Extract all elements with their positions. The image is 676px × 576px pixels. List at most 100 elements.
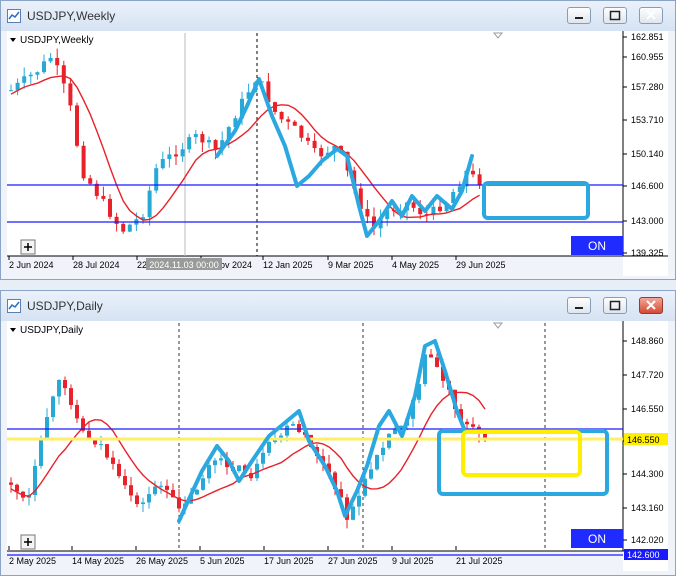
price-tick-label: 150.140 xyxy=(631,149,664,159)
weekly-price-chart[interactable]: USDJPY,Weekly ON 162.851 160.955 157.280 15… xyxy=(7,31,668,276)
candle-body xyxy=(375,455,379,470)
candle-body xyxy=(174,154,178,157)
chart-app-icon xyxy=(7,299,21,313)
restore-button[interactable] xyxy=(603,7,627,24)
candle-body xyxy=(81,145,86,179)
price-tick-label: 144.300 xyxy=(631,469,664,479)
candle-body xyxy=(195,489,199,495)
candle-body xyxy=(35,72,40,75)
restore-icon xyxy=(609,300,621,311)
chart-plot-area xyxy=(7,321,623,551)
window-title: USDJPY,Weekly xyxy=(27,9,116,23)
candle-body xyxy=(39,438,43,467)
candle-body xyxy=(285,425,289,436)
time-tick-label: 9 Mar 2025 xyxy=(328,260,374,270)
candle-body xyxy=(207,465,211,479)
on-badge-label: ON xyxy=(588,532,606,546)
candle-body xyxy=(9,482,13,485)
restore-icon xyxy=(609,10,621,21)
candle-body xyxy=(160,159,165,169)
candle-body xyxy=(114,216,119,224)
candle-body xyxy=(127,224,132,232)
time-tick-label: 14 May 2025 xyxy=(72,556,124,566)
price-tick-label: 153.710 xyxy=(631,115,664,125)
candle-body xyxy=(477,174,482,186)
minimize-icon xyxy=(575,17,583,19)
window-title: USDJPY,Daily xyxy=(27,299,103,313)
candle-body xyxy=(69,388,73,405)
candle-body xyxy=(9,90,13,92)
candle-body xyxy=(297,424,301,433)
candle-body xyxy=(165,485,169,490)
candle-body xyxy=(61,65,66,84)
candle-body xyxy=(28,74,33,77)
candle-body xyxy=(57,380,61,397)
chart-symbol-label: USDJPY,Weekly xyxy=(20,35,94,46)
candle-body xyxy=(411,202,416,208)
candle-body xyxy=(465,421,469,425)
candle-body xyxy=(108,198,112,217)
candle-body xyxy=(42,61,46,73)
window-titlebar[interactable]: USDJPY,Daily xyxy=(1,291,675,321)
time-tick-label: 17 Jun 2025 xyxy=(264,556,314,566)
candle-body xyxy=(147,190,152,218)
candle-body xyxy=(117,463,121,477)
candle-body xyxy=(99,444,103,446)
time-tick-label: 28 Jul 2024 xyxy=(73,260,120,270)
crosshair-icon[interactable] xyxy=(20,239,36,255)
crosshair-icon[interactable] xyxy=(20,534,36,550)
candle-body xyxy=(75,404,79,419)
candle-body xyxy=(291,424,295,426)
daily-price-chart[interactable]: USDJPY,Daily ON 148.860147.720146.550145… xyxy=(7,321,668,571)
time-tick-label: 5 Jun 2025 xyxy=(200,556,245,566)
candle-body xyxy=(438,206,442,212)
window-titlebar[interactable]: USDJPY,Weekly xyxy=(1,1,675,31)
candle-body xyxy=(48,58,53,62)
price-tick-label: 143.160 xyxy=(631,503,664,513)
time-tick-label: 27 Jun 2025 xyxy=(328,556,378,566)
candle-body xyxy=(63,380,67,389)
minimize-icon xyxy=(575,307,583,309)
daily-chart-window[interactable]: USDJPY,Daily USDJPY,Daily ON 148.860 147… xyxy=(0,290,676,576)
minimize-button[interactable] xyxy=(567,297,591,314)
price-tick-label: 147.720 xyxy=(631,370,664,380)
candle-body xyxy=(135,495,139,505)
candle-body xyxy=(306,137,310,141)
candle-body xyxy=(387,433,391,448)
candle-body xyxy=(121,223,126,232)
time-labels: 2 Jun 202428 Jul 202422 Sep 202417 Nov 2… xyxy=(8,256,506,270)
weekly-chart-window[interactable]: USDJPY,Weekly USDJPY,Weekly ON 162.851 1… xyxy=(0,0,676,280)
candle-body xyxy=(88,178,93,184)
candle-body xyxy=(105,444,109,458)
candle-body xyxy=(429,354,433,358)
candle-body xyxy=(261,452,265,464)
candle-body xyxy=(55,58,60,66)
candle-body xyxy=(435,357,439,367)
time-tick-label: 29 Jun 2025 xyxy=(456,260,506,270)
candle-body xyxy=(180,149,185,157)
close-icon xyxy=(646,300,656,310)
close-button[interactable] xyxy=(639,297,663,314)
time-tick-label: 2 May 2025 xyxy=(9,556,56,566)
candle-body xyxy=(207,140,211,143)
candle-body xyxy=(201,478,205,490)
on-badge-label: ON xyxy=(588,239,606,253)
restore-button[interactable] xyxy=(603,297,627,314)
candle-body xyxy=(286,119,291,122)
chart-symbol-label: USDJPY,Daily xyxy=(20,325,83,336)
candle-body xyxy=(200,134,205,143)
candle-body xyxy=(351,506,355,520)
time-tick-label: 12 Jan 2025 xyxy=(263,260,313,270)
candle-body xyxy=(101,195,106,199)
time-tick-label: 2 Jun 2024 xyxy=(9,260,54,270)
chart-app-icon xyxy=(7,9,21,23)
candle-body xyxy=(471,170,475,175)
close-button[interactable] xyxy=(639,7,663,24)
minimize-button[interactable] xyxy=(567,7,591,24)
time-tick-label: 4 May 2025 xyxy=(392,260,439,270)
candle-body xyxy=(111,457,115,464)
candle-body xyxy=(129,485,133,496)
candle-body xyxy=(87,430,91,438)
price-tick-label: 157.280 xyxy=(631,82,664,92)
candle-body xyxy=(193,134,198,138)
